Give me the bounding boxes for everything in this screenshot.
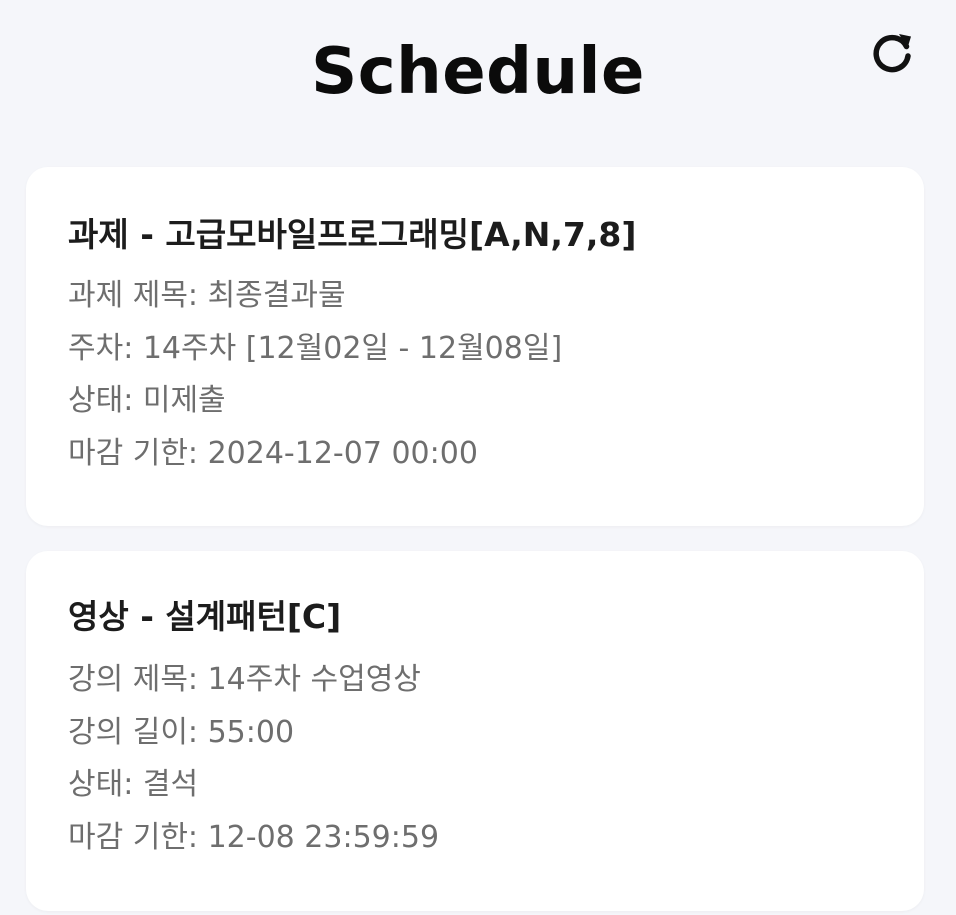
status-line: 상태: 미제출	[68, 383, 226, 418]
week-line: 주차: 14주차 [12월02일 - 12월08일]	[68, 331, 563, 366]
assignment-title-line: 과제 제목: 최종결과물	[68, 278, 346, 313]
card-title: 영상 - 설계패턴[C]	[68, 597, 342, 636]
refresh-icon	[873, 34, 911, 73]
schedule-card-assignment[interactable]: 과제 - 고급모바일프로그래밍[A,N,7,8] 과제 제목: 최종결과물 주차…	[26, 167, 924, 526]
lecture-length-line: 강의 길이: 55:00	[68, 715, 295, 750]
deadline-line: 마감 기한: 12-08 23:59:59	[68, 820, 440, 855]
schedule-card-video[interactable]: 영상 - 설계패턴[C] 강의 제목: 14주차 수업영상 강의 길이: 55:…	[26, 551, 924, 911]
status-line: 상태: 결석	[68, 767, 199, 802]
page-title: Schedule	[311, 35, 645, 109]
refresh-button[interactable]	[862, 24, 922, 84]
deadline-line: 마감 기한: 2024-12-07 00:00	[68, 436, 478, 471]
lecture-title-line: 강의 제목: 14주차 수업영상	[68, 662, 421, 697]
card-title: 과제 - 고급모바일프로그래밍[A,N,7,8]	[68, 215, 637, 254]
header: Schedule	[0, 0, 956, 150]
